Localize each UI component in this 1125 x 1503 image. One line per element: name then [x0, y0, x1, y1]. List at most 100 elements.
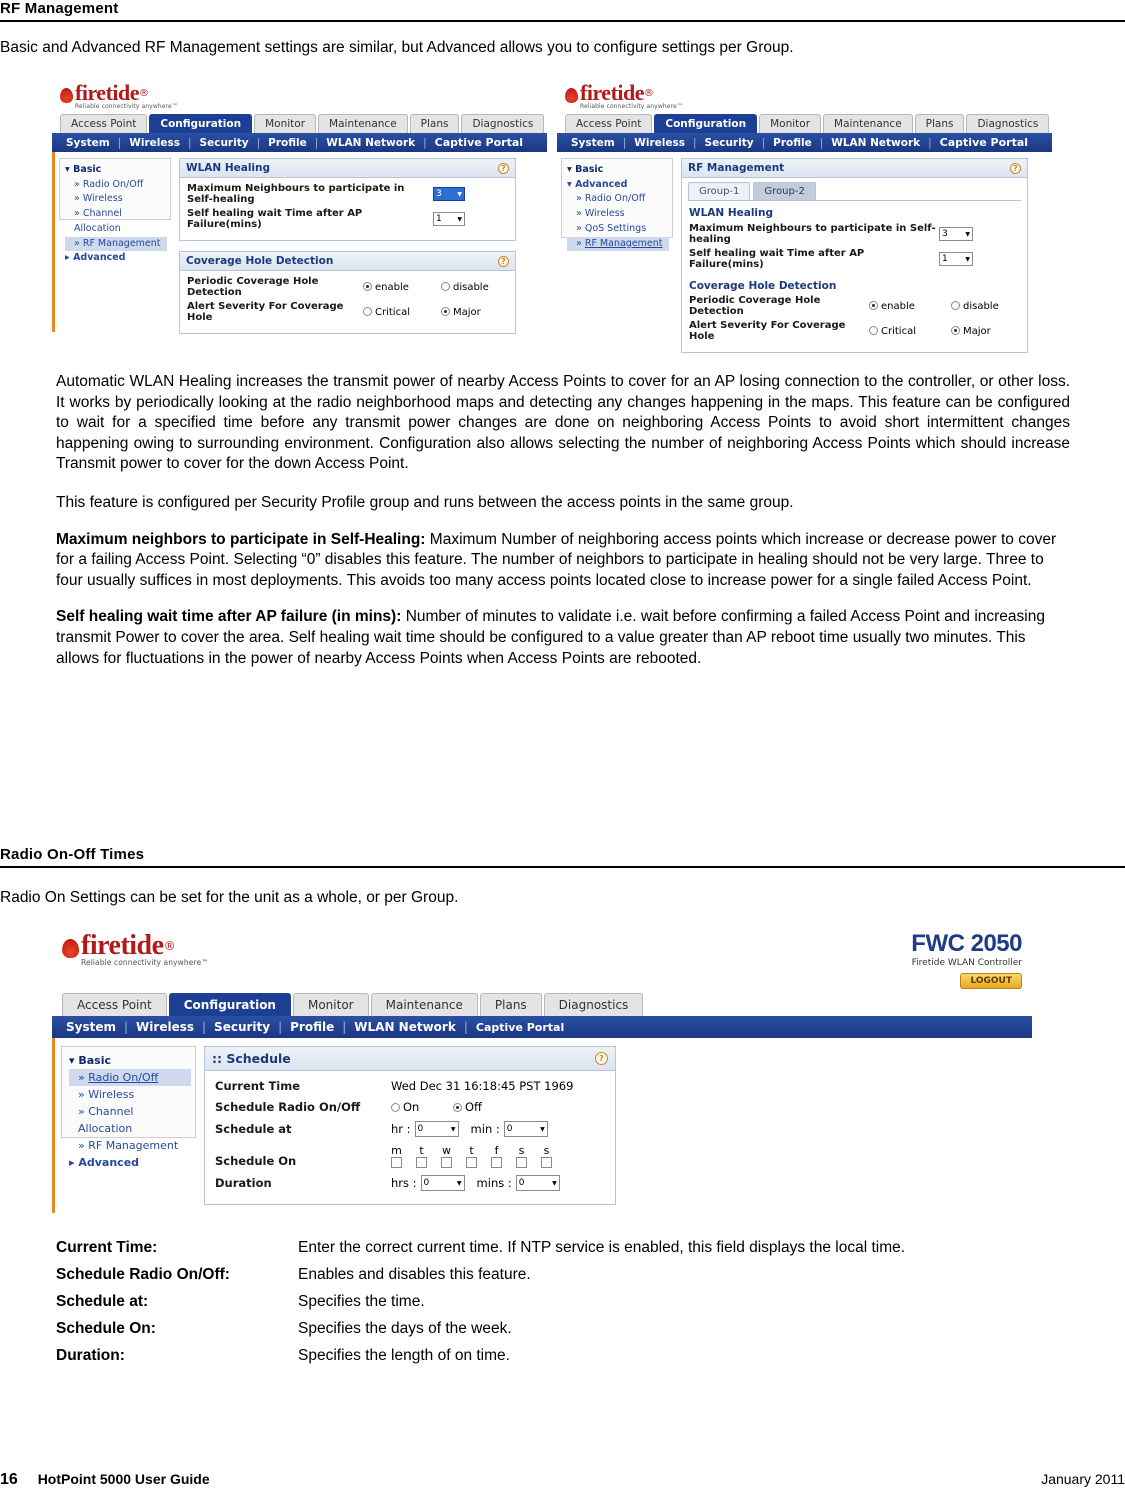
tab-configuration-basic[interactable]: Configuration — [149, 114, 253, 133]
nav-wireless-basic[interactable]: Wireless — [121, 137, 188, 149]
sidebar-item-channel-allocation-schedule[interactable]: » Channel Allocation — [69, 1103, 191, 1137]
definition-term-max-neighbors: Maximum neighbors to participate in Self… — [56, 530, 426, 548]
nav-security-schedule[interactable]: Security — [206, 1020, 278, 1034]
select-max-neighbours-advanced[interactable]: 3 ▼ — [939, 227, 973, 241]
radio-enable-advanced[interactable]: enable — [869, 300, 951, 312]
tab-diagnostics-advanced[interactable]: Diagnostics — [966, 114, 1050, 133]
tab-monitor-schedule[interactable]: Monitor — [292, 993, 369, 1016]
definition-current-time: Current Time: Enter the correct current … — [56, 1239, 1070, 1257]
nav-wireless-advanced[interactable]: Wireless — [626, 137, 693, 149]
nav-profile-basic[interactable]: Profile — [260, 137, 315, 149]
page: RF Management Basic and Advanced RF Mana… — [0, 0, 1125, 1503]
day-monday[interactable]: m — [391, 1144, 402, 1168]
radio-disable-basic[interactable]: disable — [441, 281, 489, 293]
tab-monitor-advanced[interactable]: Monitor — [759, 114, 822, 133]
product-model: FWC 2050 — [911, 930, 1022, 957]
day-thursday[interactable]: t — [466, 1144, 477, 1168]
sidebar-item-rf-management-basic[interactable]: » RF Management — [65, 236, 167, 252]
nav-security-advanced[interactable]: Security — [697, 137, 762, 149]
tab-maintenance-schedule[interactable]: Maintenance — [370, 993, 478, 1016]
sidebar-item-rf-management-schedule[interactable]: » RF Management — [69, 1137, 191, 1154]
tab-plans-schedule[interactable]: Plans — [479, 993, 542, 1016]
radio-major-advanced[interactable]: Major — [951, 325, 991, 337]
tab-configuration-schedule[interactable]: Configuration — [168, 993, 291, 1016]
tab-access-point-advanced[interactable]: Access Point — [565, 114, 653, 133]
select-max-neighbours-basic[interactable]: 3 ▼ — [433, 187, 465, 201]
nav-captive-portal-advanced[interactable]: Captive Portal — [932, 136, 1036, 149]
nav-security-basic[interactable]: Security — [192, 137, 257, 149]
sidebar-item-radio-on-off-schedule[interactable]: » Radio On/Off — [69, 1069, 191, 1087]
sidebar-item-wireless-schedule[interactable]: » Wireless — [69, 1086, 191, 1103]
radio-critical-basic[interactable]: Critical — [363, 306, 441, 318]
group-tab-group-2[interactable]: Group-2 — [753, 182, 816, 200]
day-wednesday[interactable]: w — [441, 1144, 452, 1168]
panel-title-wlan-healing-basic: WLAN Healing ? — [180, 159, 515, 178]
definition-desc-duration: Specifies the length of on time. — [298, 1347, 510, 1364]
select-duration-mins[interactable]: 0 ▼ — [515, 1175, 560, 1191]
definition-self-healing-wait: Self healing wait time after AP failure … — [56, 607, 1070, 669]
tab-diagnostics-basic[interactable]: Diagnostics — [461, 114, 545, 133]
definition-desc-current-time: Enter the correct current time. If NTP s… — [298, 1239, 906, 1256]
radio-enable-basic[interactable]: enable — [363, 281, 441, 293]
tab-diagnostics-schedule[interactable]: Diagnostics — [543, 993, 644, 1016]
nav-wireless-schedule[interactable]: Wireless — [128, 1020, 202, 1034]
tab-maintenance-basic[interactable]: Maintenance — [318, 114, 408, 133]
select-self-healing-wait-basic[interactable]: 1 ▼ — [433, 212, 465, 226]
help-icon-rf-management-advanced[interactable]: ? — [1010, 162, 1021, 174]
sidebar-group-advanced-basic[interactable]: ▸ Advanced — [65, 251, 167, 266]
nav-system-advanced[interactable]: System — [563, 137, 623, 149]
panel-title-coverage-hole-basic: Coverage Hole Detection ? — [180, 252, 515, 271]
nav-profile-advanced[interactable]: Profile — [765, 137, 820, 149]
tab-plans-advanced[interactable]: Plans — [914, 114, 965, 133]
radio-schedule-off[interactable]: Off — [453, 1100, 482, 1114]
field-max-neighbours-basic: Maximum Neighbours to participate in Sel… — [187, 183, 508, 205]
sidebar-item-channel-allocation-basic[interactable]: » Channel Allocation — [65, 207, 167, 236]
nav-wlan-network-basic[interactable]: WLAN Network — [318, 137, 423, 149]
sidebar-item-radio-on-off-advanced[interactable]: » Radio On/Off — [567, 192, 669, 207]
day-tuesday[interactable]: t — [416, 1144, 427, 1168]
nav-system-schedule[interactable]: System — [58, 1020, 124, 1034]
nav-captive-portal-schedule[interactable]: Captive Portal — [468, 1021, 572, 1034]
sidebar-item-qos-settings-advanced[interactable]: » QoS Settings — [567, 222, 669, 237]
nav-wlan-network-advanced[interactable]: WLAN Network — [823, 137, 928, 149]
tab-plans-basic[interactable]: Plans — [409, 114, 460, 133]
tab-monitor-basic[interactable]: Monitor — [254, 114, 317, 133]
select-schedule-at-hr[interactable]: 0 ▼ — [414, 1121, 459, 1137]
nav-profile-schedule[interactable]: Profile — [282, 1020, 342, 1034]
footer-page-number: 16 — [0, 1471, 18, 1488]
radio-schedule-on[interactable]: On — [391, 1100, 453, 1114]
radio-major-basic[interactable]: Major — [441, 306, 481, 318]
day-sunday[interactable]: s — [541, 1144, 552, 1168]
sidebar-group-basic-advanced[interactable]: ▾ Basic — [567, 163, 669, 178]
tab-configuration-advanced[interactable]: Configuration — [654, 114, 758, 133]
group-tab-group-1[interactable]: Group-1 — [688, 182, 751, 200]
select-schedule-at-min[interactable]: 0 ▼ — [503, 1121, 548, 1137]
sidebar-group-advanced-advanced[interactable]: ▾ Advanced — [567, 178, 669, 193]
help-icon-schedule[interactable]: ? — [595, 1052, 608, 1065]
sidebar-group-advanced-schedule[interactable]: ▸ Advanced — [69, 1154, 191, 1171]
nav-system-basic[interactable]: System — [58, 137, 118, 149]
sidebar-item-rf-management-advanced[interactable]: » RF Management — [567, 236, 669, 252]
tab-access-point-schedule[interactable]: Access Point — [62, 993, 167, 1016]
definition-term-schedule-on: Schedule On: — [56, 1320, 156, 1337]
brand-tagline-schedule: Reliable connectivity anywhere™ — [81, 958, 209, 967]
radio-critical-advanced[interactable]: Critical — [869, 325, 951, 337]
radio-disable-advanced[interactable]: disable — [951, 300, 999, 312]
sidebar-item-radio-on-off-basic[interactable]: » Radio On/Off — [65, 178, 167, 193]
tab-access-point-basic[interactable]: Access Point — [60, 114, 148, 133]
help-icon-coverage-hole-basic[interactable]: ? — [498, 255, 509, 267]
tab-maintenance-advanced[interactable]: Maintenance — [823, 114, 913, 133]
sidebar-item-wireless-advanced[interactable]: » Wireless — [567, 207, 669, 222]
sidebar-group-basic-schedule[interactable]: ▾ Basic — [69, 1052, 191, 1069]
nav-captive-portal-basic[interactable]: Captive Portal — [427, 136, 531, 149]
select-duration-hrs[interactable]: 0 ▼ — [420, 1175, 465, 1191]
help-icon-wlan-healing-basic[interactable]: ? — [498, 162, 509, 174]
day-friday[interactable]: f — [491, 1144, 502, 1168]
sidebar-item-wireless-basic[interactable]: » Wireless — [65, 192, 167, 207]
select-self-healing-wait-advanced[interactable]: 1 ▼ — [939, 252, 973, 266]
nav-wlan-network-schedule[interactable]: WLAN Network — [346, 1020, 464, 1034]
day-saturday[interactable]: s — [516, 1144, 527, 1168]
logout-button[interactable]: LOGOUT — [960, 973, 1022, 989]
label-max-neighbours-basic: Maximum Neighbours to participate in Sel… — [187, 183, 405, 205]
sidebar-group-basic[interactable]: ▾ Basic — [65, 163, 167, 178]
